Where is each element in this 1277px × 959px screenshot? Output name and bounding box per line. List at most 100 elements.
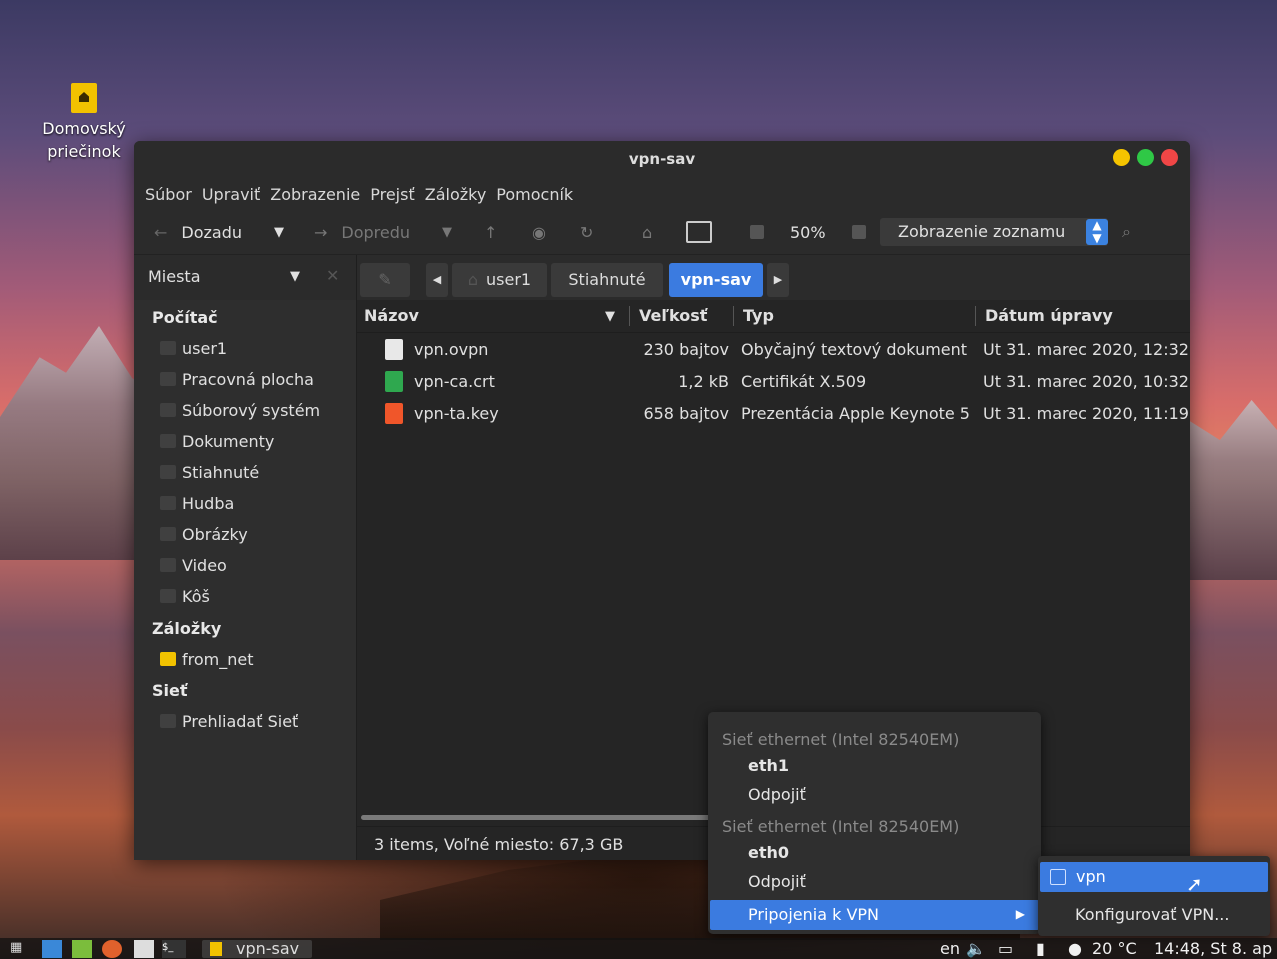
show-desktop-icon[interactable] — [42, 940, 62, 958]
back-history-dropdown-icon[interactable]: ▼ — [274, 210, 284, 254]
sort-indicator-icon: ▼ — [605, 309, 615, 324]
back-button[interactable]: ← Dozadu — [154, 210, 242, 254]
menu-help[interactable]: Pomocník — [496, 185, 583, 204]
column-name[interactable]: Názov — [364, 306, 419, 325]
desktop-home-label-2: priečinok — [47, 142, 121, 161]
firefox-icon[interactable] — [102, 940, 122, 958]
minimize-button[interactable] — [1113, 149, 1130, 166]
app-menu-icon[interactable]: ▦ — [10, 940, 26, 958]
downloads-folder-icon — [160, 465, 176, 479]
network-tray-icon[interactable]: ▭ — [998, 939, 1013, 958]
sidebar-item-browse-network[interactable]: Prehliadať Sieť — [160, 712, 298, 731]
desktop-folder-icon — [160, 372, 176, 386]
sidebar-item-downloads[interactable]: Stiahnuté — [160, 463, 259, 482]
bookmark-folder-icon — [160, 652, 176, 666]
clock[interactable]: 14:48, St 8. ap — [1154, 939, 1272, 958]
sidebar-item-user1[interactable]: user1 — [160, 339, 227, 358]
battery-icon[interactable]: ▮ — [1036, 939, 1045, 958]
vpn-connections-item[interactable]: Pripojenia k VPN ▶ — [710, 900, 1039, 930]
network-icon — [160, 714, 176, 728]
text-editor-icon[interactable] — [134, 940, 154, 958]
file-manager-launcher-icon[interactable] — [72, 940, 92, 958]
vpn-item[interactable]: vpn ➚ — [1040, 862, 1268, 896]
home-folder-icon — [71, 83, 97, 113]
desktop-home-label-1: Domovský — [42, 119, 126, 138]
zoom-in-icon[interactable] — [852, 210, 866, 254]
trash-icon — [160, 589, 176, 603]
desktop-home-folder[interactable]: Domovský priečinok — [38, 83, 130, 163]
sidebar-item-filesystem[interactable]: Súborový systém — [160, 401, 320, 420]
column-header: Názov ▼ Veľkosť Typ Dátum úpravy — [357, 300, 1190, 333]
column-type[interactable]: Typ — [743, 306, 774, 325]
zoom-out-icon[interactable] — [750, 210, 764, 254]
menu-file[interactable]: Súbor — [145, 185, 202, 204]
search-icon[interactable]: ⌕ — [1122, 210, 1131, 254]
sidebar-header-network: Sieť — [152, 681, 188, 700]
column-size[interactable]: Veľkosť — [639, 306, 707, 325]
sidebar-item-trash[interactable]: Kôš — [160, 587, 210, 606]
view-mode-spinner-icon: ▲ ▼ — [1086, 219, 1108, 245]
sidebar-item-from-net[interactable]: from_net — [160, 650, 254, 669]
vpn-checkbox[interactable] — [1050, 869, 1066, 885]
up-arrow-icon[interactable]: ↑ — [484, 210, 497, 254]
window-title: vpn-sav — [628, 150, 696, 168]
horizontal-scrollbar[interactable] — [361, 815, 721, 820]
titlebar[interactable]: vpn-sav — [134, 141, 1190, 178]
forward-button[interactable]: → Dopredu — [314, 210, 410, 254]
sidebar-item-documents[interactable]: Dokumenty — [160, 432, 274, 451]
forward-arrow-icon: → — [314, 222, 328, 242]
sidebar-item-video[interactable]: Video — [160, 556, 227, 575]
menu-edit[interactable]: Upraviť — [202, 185, 270, 204]
eth0-connection[interactable]: eth0 — [748, 843, 789, 862]
close-sidebar-icon[interactable]: ✕ — [326, 266, 339, 285]
eth1-disconnect[interactable]: Odpojiť — [748, 785, 806, 804]
places-selector[interactable]: Miesta ▼ ✕ — [134, 255, 357, 301]
crumb-prev-button[interactable]: ◀ — [426, 263, 448, 297]
view-mode-value: Zobrazenie zoznamu — [898, 222, 1066, 241]
home-folder-icon — [160, 341, 176, 355]
home-icon[interactable]: ⌂ — [642, 210, 652, 254]
vpn-submenu: vpn ➚ Konfigurovať VPN... — [1038, 856, 1270, 936]
edit-location-button[interactable]: ✎ — [360, 263, 410, 297]
submenu-arrow-icon: ▶ — [1015, 907, 1025, 921]
crumb-downloads[interactable]: Stiahnuté — [551, 263, 663, 297]
eth1-connection[interactable]: eth1 — [748, 756, 789, 775]
video-folder-icon — [160, 558, 176, 572]
documents-folder-icon — [160, 434, 176, 448]
certificate-file-icon — [385, 371, 403, 392]
column-modified[interactable]: Dátum úpravy — [985, 306, 1113, 325]
maximize-button[interactable] — [1137, 149, 1154, 166]
file-row[interactable]: vpn.ovpn 230 bajtov Obyčajný textový dok… — [357, 333, 1190, 365]
sidebar-item-pictures[interactable]: Obrázky — [160, 525, 248, 544]
crumb-user1[interactable]: ⌂ user1 — [452, 263, 547, 297]
terminal-icon[interactable]: $_ — [162, 940, 186, 958]
crumb-vpn-sav[interactable]: vpn-sav — [669, 263, 763, 297]
sidebar-item-music[interactable]: Hudba — [160, 494, 234, 513]
weather-temp[interactable]: 20 °C — [1092, 939, 1137, 958]
menu-go[interactable]: Prejsť — [370, 185, 425, 204]
places-label: Miesta — [148, 267, 201, 286]
file-row[interactable]: vpn-ta.key 658 bajtov Prezentácia Apple … — [357, 397, 1190, 429]
sidebar: Počítač user1 Pracovná plocha Súborový s… — [134, 300, 357, 860]
sidebar-item-desktop[interactable]: Pracovná plocha — [160, 370, 314, 389]
volume-icon[interactable]: 🔈 — [966, 939, 986, 958]
eth0-disconnect[interactable]: Odpojiť — [748, 872, 806, 891]
taskbar-task-vpn-sav[interactable]: vpn-sav — [202, 939, 312, 958]
reload-icon[interactable]: ↻ — [580, 210, 593, 254]
file-row[interactable]: vpn-ca.crt 1,2 kB Certifikát X.509 Ut 31… — [357, 365, 1190, 397]
close-button[interactable] — [1161, 149, 1178, 166]
keyboard-layout[interactable]: en — [940, 939, 960, 958]
stop-icon[interactable]: ◉ — [532, 210, 546, 254]
forward-history-dropdown-icon[interactable]: ▼ — [442, 210, 452, 254]
eth1-header: Sieť ethernet (Intel 82540EM) — [722, 730, 960, 749]
menu-view[interactable]: Zobrazenie — [270, 185, 370, 204]
configure-vpn-item[interactable]: Konfigurovať VPN... — [1075, 905, 1229, 924]
filesystem-icon — [160, 403, 176, 417]
menu-bookmarks[interactable]: Záložky — [425, 185, 497, 204]
location-bar: Miesta ▼ ✕ ✎ ◀ ⌂ user1 Stiahnuté vpn-sav … — [134, 254, 1190, 302]
menubar: Súbor Upraviť Zobrazenie Prejsť Záložky … — [134, 178, 1190, 210]
pictures-folder-icon — [160, 527, 176, 541]
view-mode-select[interactable]: Zobrazenie zoznamu ▲ ▼ — [880, 218, 1108, 246]
computer-icon[interactable] — [686, 210, 712, 254]
crumb-next-button[interactable]: ▶ — [767, 263, 789, 297]
